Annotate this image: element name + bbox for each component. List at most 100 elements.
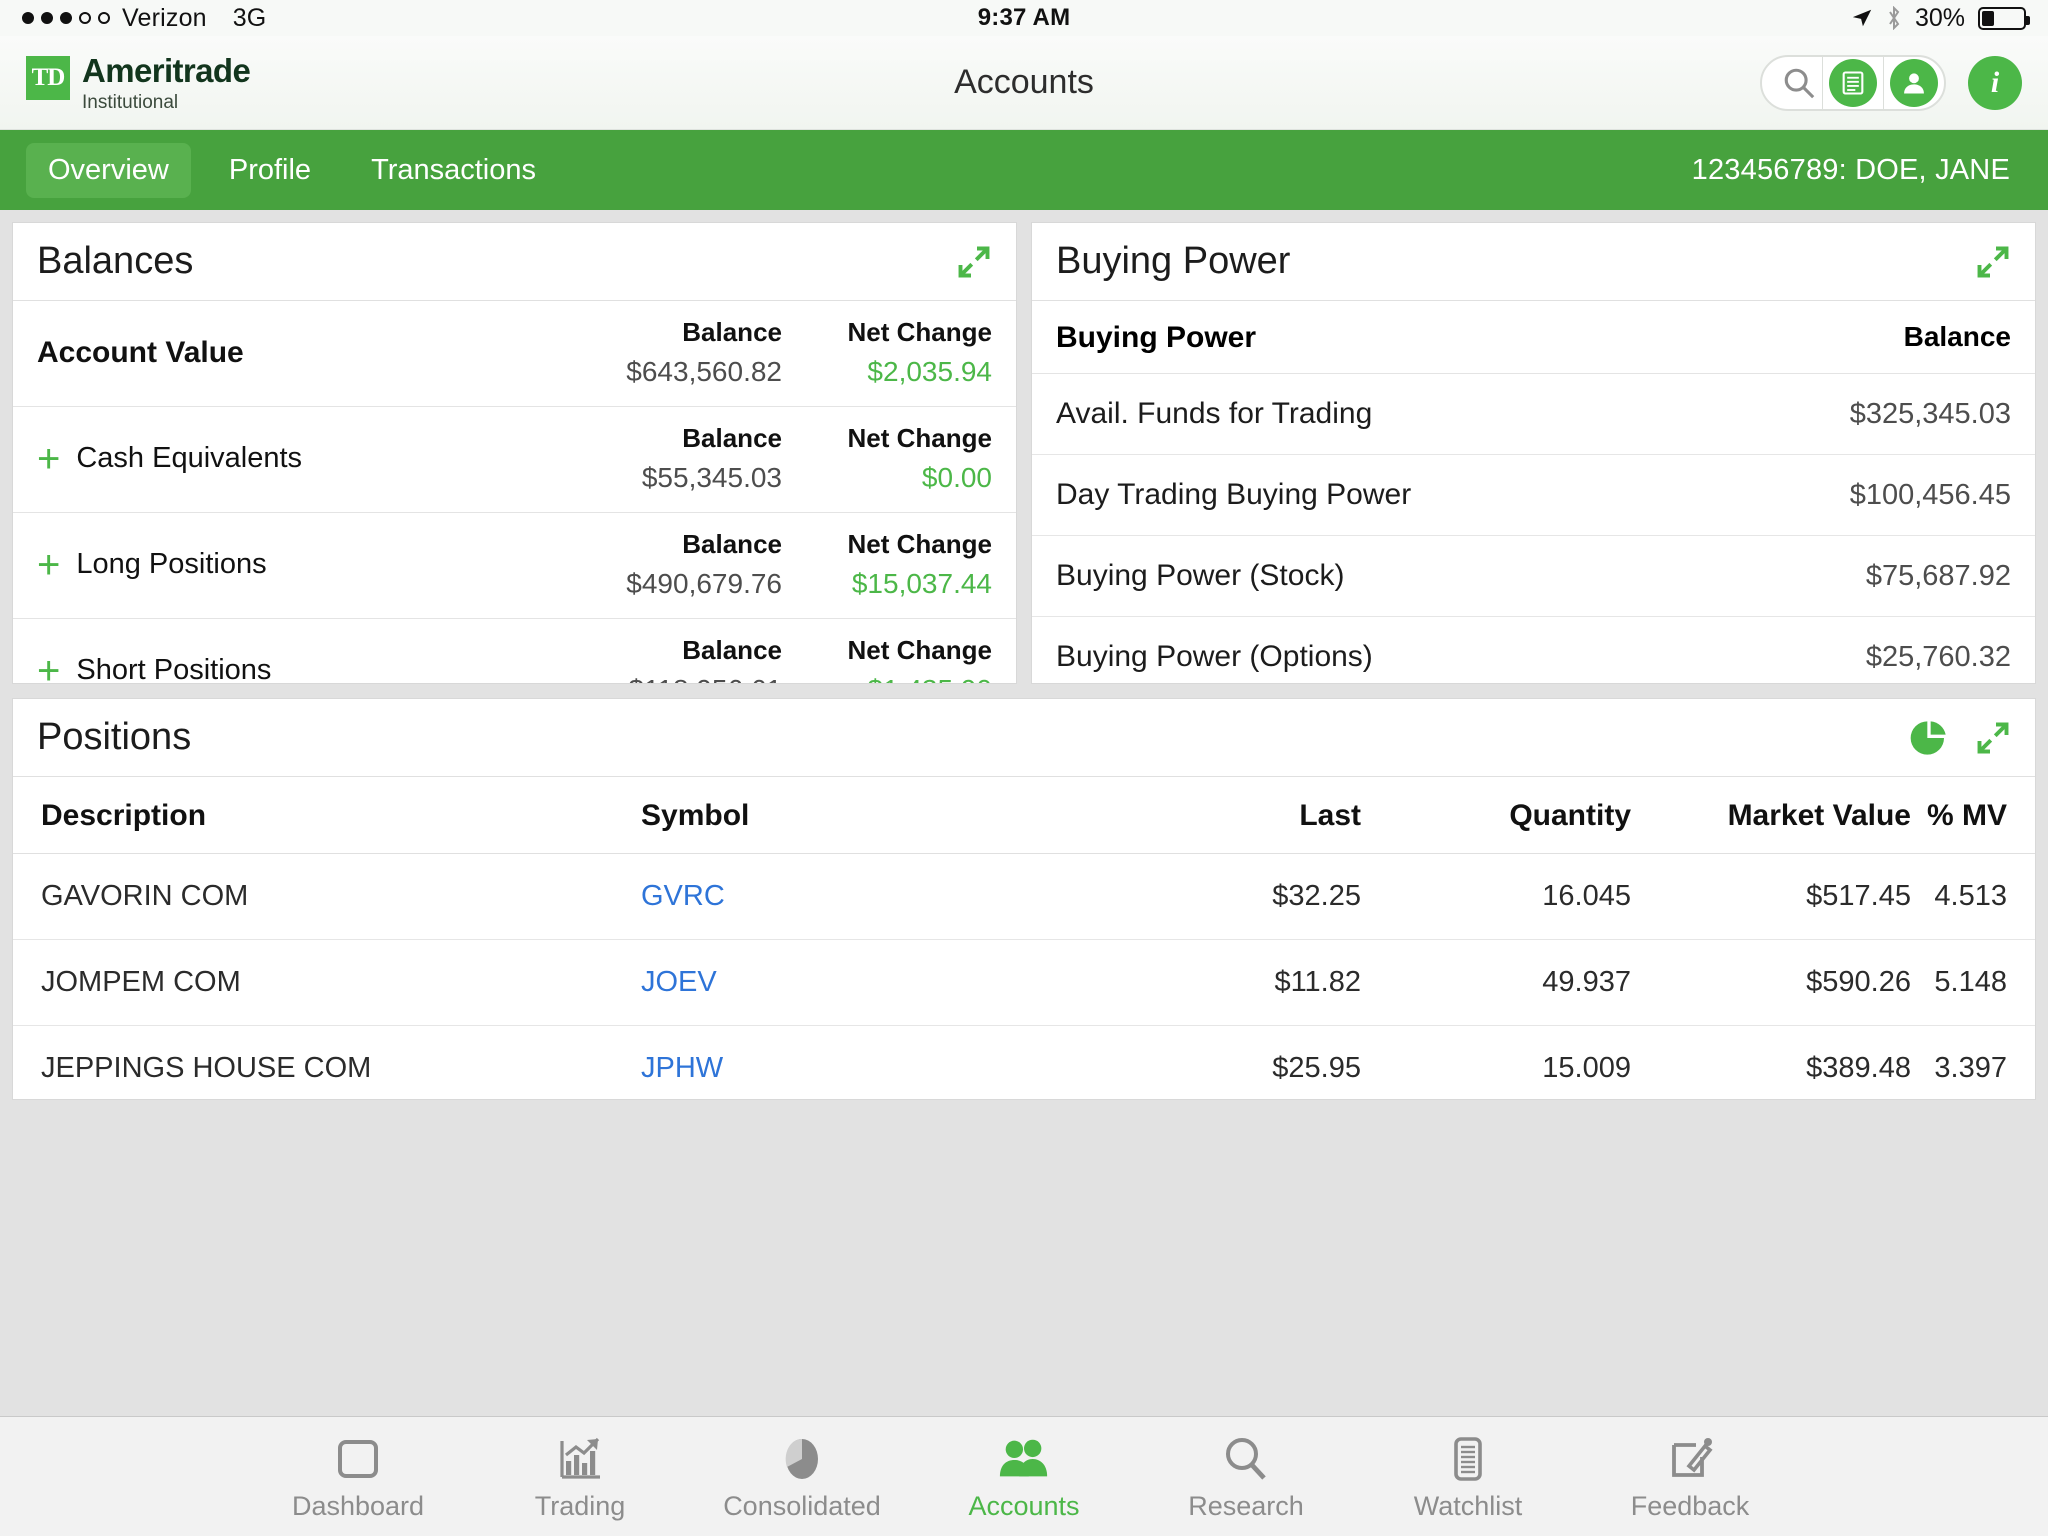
row-label: Short Positions — [76, 654, 271, 684]
bp-row-options[interactable]: Buying Power (Options) $25,760.32 — [1032, 617, 2035, 684]
nav-watchlist[interactable]: Watchlist — [1357, 1431, 1579, 1522]
balance-row-cash-equivalents[interactable]: + Cash Equivalents Balance $55,345.03 Ne… — [13, 407, 1016, 513]
balances-header: Balances — [13, 223, 1016, 301]
cell-quantity: 16.045 — [1361, 880, 1631, 913]
search-icon[interactable] — [1782, 66, 1816, 100]
col-market-value[interactable]: Market Value — [1631, 799, 1911, 833]
status-right: 30% — [1851, 4, 2026, 33]
pie-chart-icon[interactable] — [1909, 718, 1949, 758]
expand-plus-icon[interactable]: + — [37, 445, 60, 473]
expand-icon[interactable] — [1975, 720, 2011, 756]
row-balance: $55,345.03 — [582, 462, 782, 494]
cell-description: GAVORIN COM — [41, 880, 641, 913]
expand-plus-icon[interactable]: + — [37, 657, 60, 685]
brand-logo: TD Ameritrade Institutional — [26, 54, 250, 112]
location-arrow-icon — [1851, 7, 1873, 29]
row-label: Long Positions — [76, 548, 266, 581]
account-value-netchange: $2,035.94 — [782, 356, 992, 388]
brand-subtitle: Institutional — [82, 93, 250, 112]
nav-dashboard[interactable]: Dashboard — [247, 1431, 469, 1522]
people-icon — [997, 1431, 1051, 1483]
cell-last: $11.82 — [1111, 966, 1361, 999]
netchange-header: Net Change — [782, 317, 992, 348]
dashboard-icon — [333, 1431, 383, 1483]
balance-header: Balance — [582, 529, 782, 560]
nav-trading[interactable]: Trading — [469, 1431, 691, 1522]
nav-accounts[interactable]: Accounts — [913, 1431, 1135, 1522]
bp-row-value: $25,760.32 — [1866, 641, 2011, 674]
bp-col-label: Buying Power — [1056, 321, 1256, 355]
netchange-header: Net Change — [782, 635, 992, 666]
person-icon[interactable] — [1890, 59, 1938, 107]
cell-description: JEPPINGS HOUSE COM — [41, 1052, 641, 1085]
bp-row-value: $325,345.03 — [1850, 398, 2011, 431]
cell-symbol[interactable]: GVRC — [641, 880, 1111, 913]
balance-header: Balance — [582, 635, 782, 666]
positions-table-header: Description Symbol Last Quantity Market … — [13, 777, 2035, 854]
expand-icon[interactable] — [1975, 244, 2011, 280]
positions-title: Positions — [37, 716, 191, 759]
col-last[interactable]: Last — [1111, 799, 1361, 833]
buying-power-card: Buying Power Buying Power Balance — [1031, 222, 2036, 684]
account-value-balance: $643,560.82 — [582, 356, 782, 388]
battery-icon — [1978, 7, 2026, 30]
bp-row-value: $100,456.45 — [1850, 479, 2011, 512]
col-pct-mv[interactable]: % MV — [1911, 799, 2007, 833]
balance-row-short-positions[interactable]: + Short Positions Balance $118,956.61 Ne… — [13, 619, 1016, 684]
col-description[interactable]: Description — [41, 799, 641, 833]
main-content: Balances Account Value Balance — [0, 210, 2048, 1100]
cell-market-value: $517.45 — [1631, 880, 1911, 913]
cell-symbol[interactable]: JOEV — [641, 966, 1111, 999]
cell-symbol[interactable]: JPHW — [641, 1052, 1111, 1085]
account-selector[interactable]: 123456789: DOE, JANE — [1692, 154, 2022, 187]
tab-transactions[interactable]: Transactions — [349, 143, 558, 198]
nav-consolidated[interactable]: Consolidated — [691, 1431, 913, 1522]
buying-power-table-header: Buying Power Balance — [1032, 301, 2035, 374]
tab-overview[interactable]: Overview — [26, 143, 191, 198]
netchange-header: Net Change — [782, 423, 992, 454]
bp-row-avail-funds[interactable]: Avail. Funds for Trading $325,345.03 — [1032, 374, 2035, 455]
balance-row-long-positions[interactable]: + Long Positions Balance $490,679.76 Net… — [13, 513, 1016, 619]
bp-row-value: $75,687.92 — [1866, 560, 2011, 593]
bp-row-label: Day Trading Buying Power — [1056, 478, 1411, 512]
tab-profile[interactable]: Profile — [207, 143, 333, 198]
bp-row-label: Buying Power (Stock) — [1056, 559, 1344, 593]
expand-plus-icon[interactable]: + — [37, 551, 60, 579]
app-header: TD Ameritrade Institutional Accounts — [0, 36, 2048, 130]
table-row[interactable]: JOMPEM COM JOEV $11.82 49.937 $590.26 5.… — [13, 940, 2035, 1026]
info-icon[interactable]: i — [1968, 56, 2022, 110]
table-row[interactable]: GAVORIN COM GVRC $32.25 16.045 $517.45 4… — [13, 854, 2035, 940]
td-logo-icon: TD — [26, 56, 70, 100]
table-row[interactable]: JEPPINGS HOUSE COM JPHW $25.95 15.009 $3… — [13, 1026, 2035, 1100]
cell-description: JOMPEM COM — [41, 966, 641, 999]
chart-icon — [555, 1431, 605, 1483]
balance-header: Balance — [582, 423, 782, 454]
nav-research[interactable]: Research — [1135, 1431, 1357, 1522]
cell-quantity: 49.937 — [1361, 966, 1631, 999]
col-quantity[interactable]: Quantity — [1361, 799, 1631, 833]
nav-label: Feedback — [1631, 1491, 1750, 1522]
positions-header: Positions — [13, 699, 2035, 777]
statements-icon[interactable] — [1829, 59, 1877, 107]
cell-market-value: $590.26 — [1631, 966, 1911, 999]
row-balance: $118,956.61 — [582, 674, 782, 684]
col-symbol[interactable]: Symbol — [641, 799, 1111, 833]
expand-icon[interactable] — [956, 244, 992, 280]
row-balance: $490,679.76 — [582, 568, 782, 600]
row-netchange: $0.00 — [782, 462, 992, 494]
header-icon-group: i — [1760, 55, 2022, 111]
buying-power-title: Buying Power — [1056, 240, 1290, 283]
cell-pct-mv: 5.148 — [1911, 966, 2007, 999]
nav-label: Trading — [535, 1491, 626, 1522]
balance-header: Balance — [582, 317, 782, 348]
nav-label: Watchlist — [1414, 1491, 1523, 1522]
bp-row-stock[interactable]: Buying Power (Stock) $75,687.92 — [1032, 536, 2035, 617]
row-label: Cash Equivalents — [76, 442, 302, 475]
account-value-label: Account Value — [37, 317, 582, 388]
positions-card: Positions Description Symbol — [12, 698, 2036, 1100]
cell-last: $25.95 — [1111, 1052, 1361, 1085]
nav-feedback[interactable]: Feedback — [1579, 1431, 1801, 1522]
bp-row-day-trading[interactable]: Day Trading Buying Power $100,456.45 — [1032, 455, 2035, 536]
header-pill-group — [1760, 55, 1946, 111]
row-netchange: $15,037.44 — [782, 568, 992, 600]
